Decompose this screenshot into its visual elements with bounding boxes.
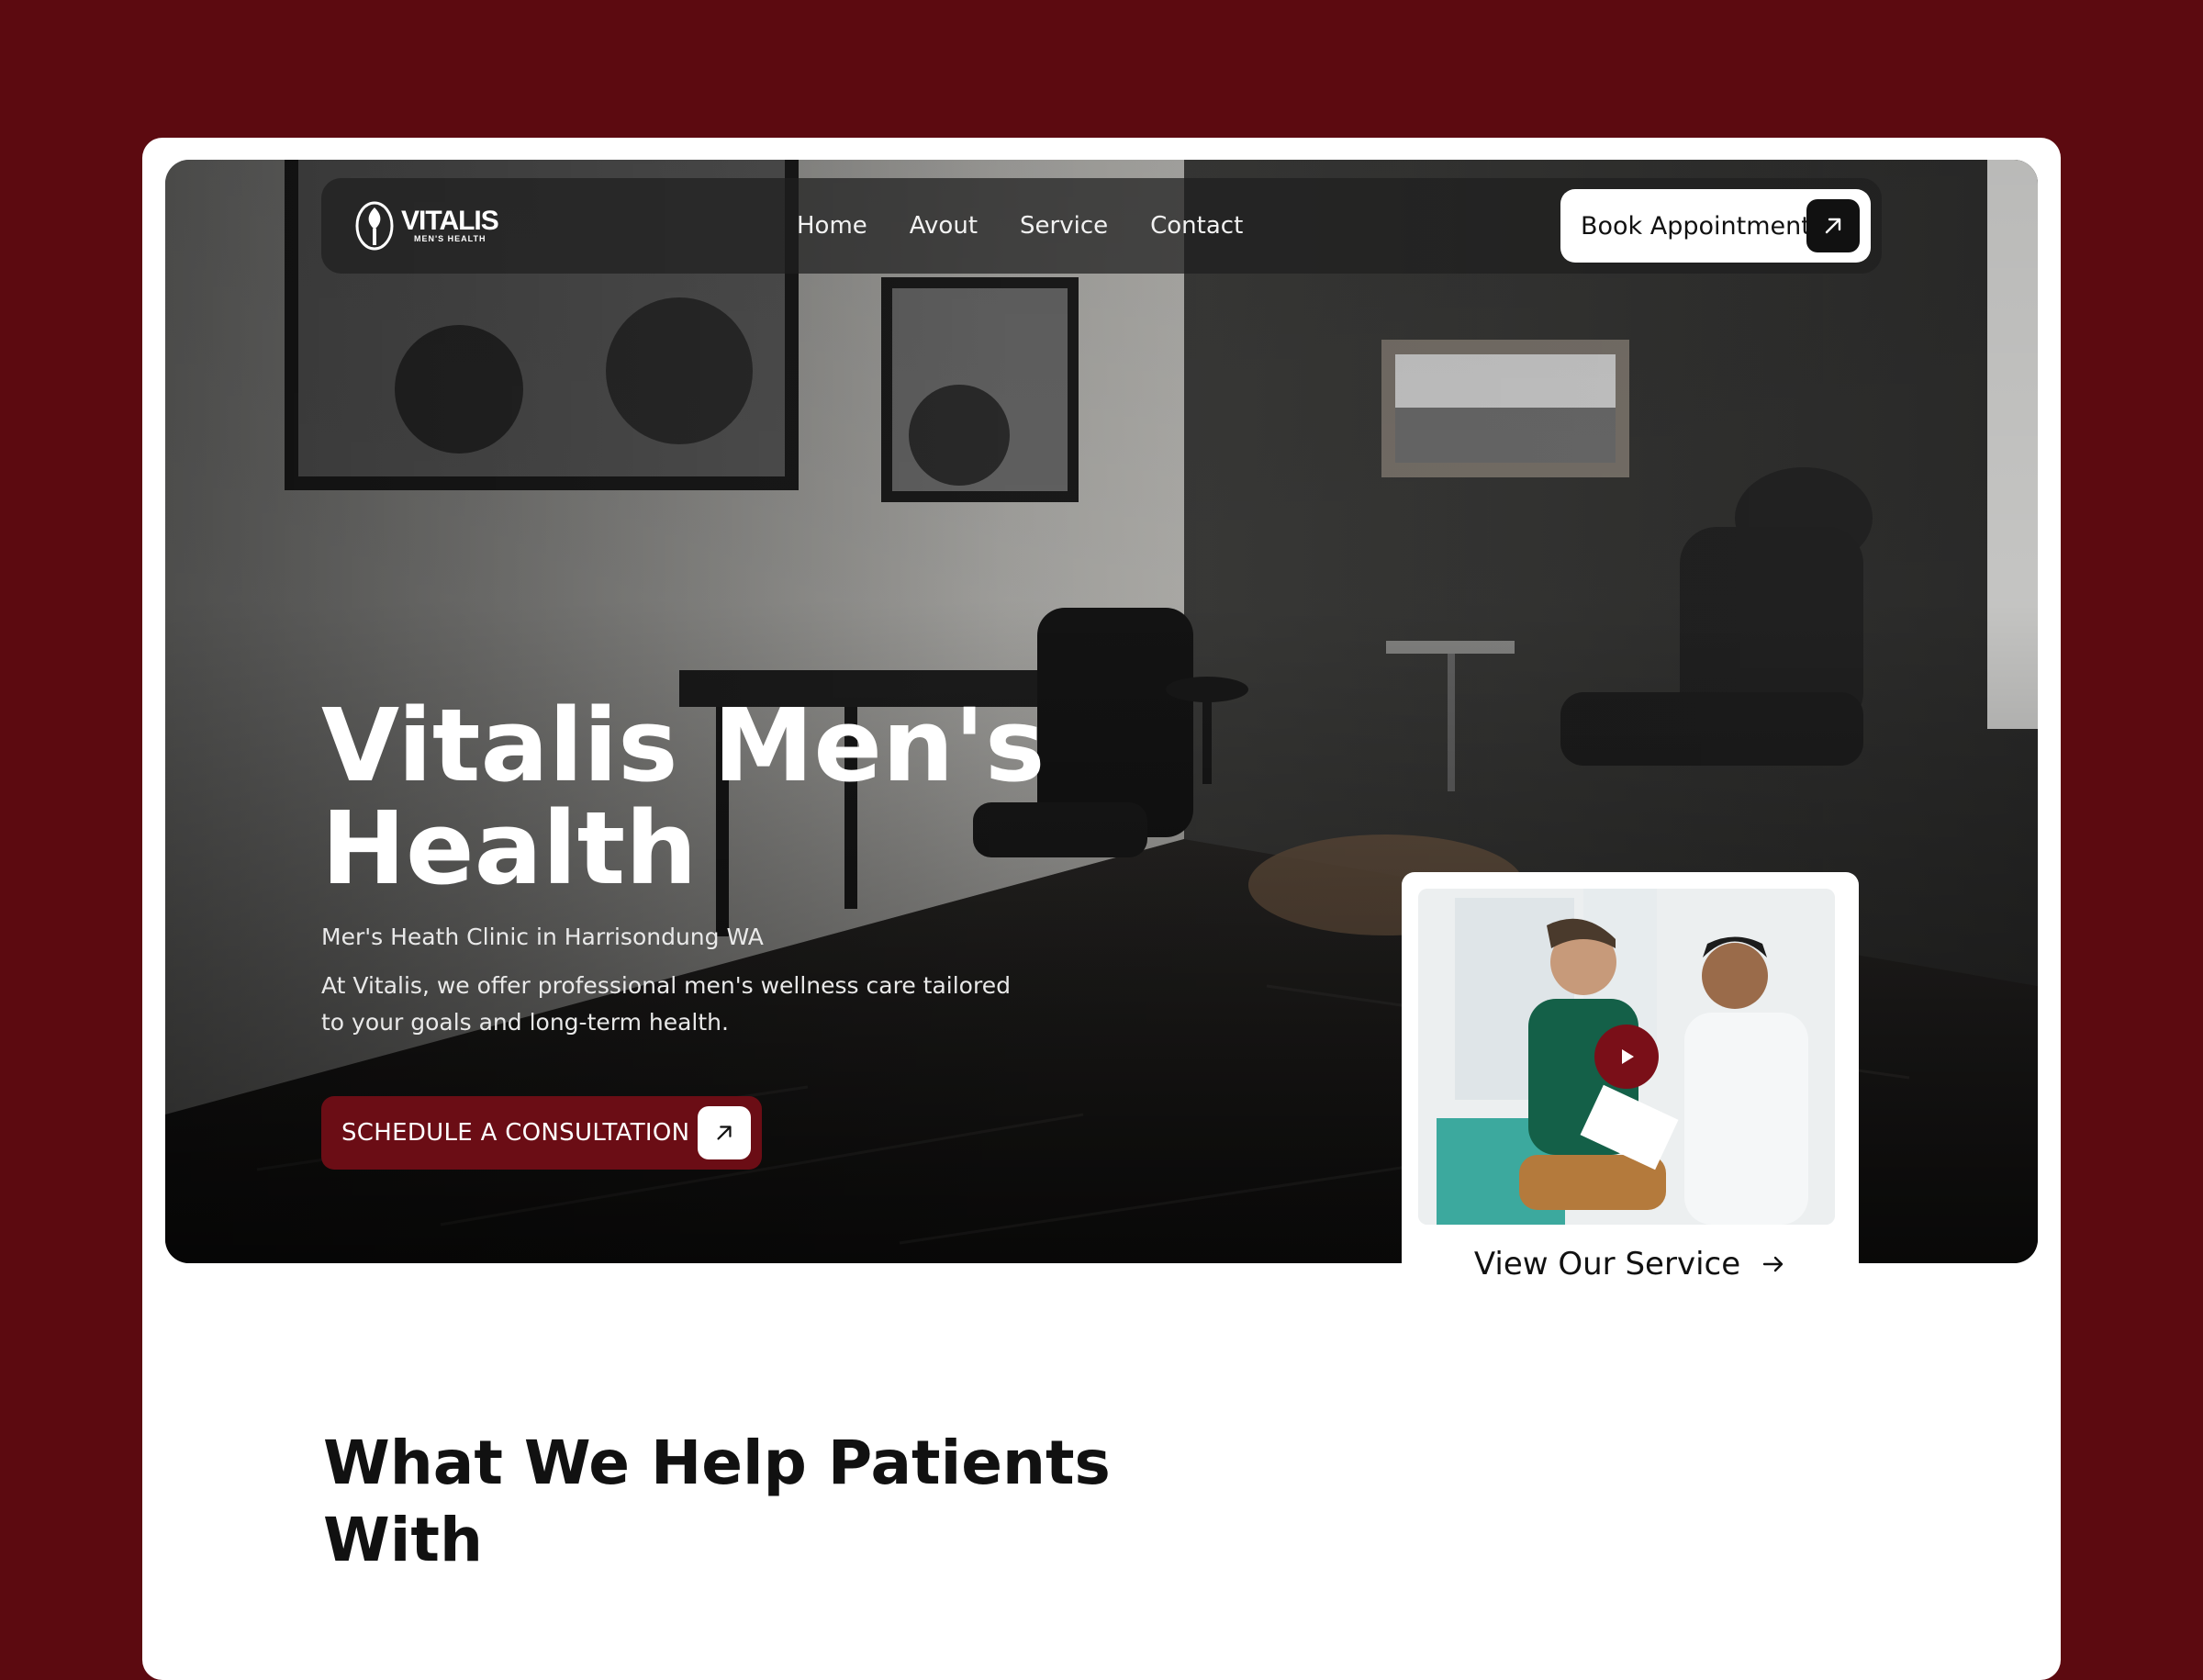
play-video-button[interactable] bbox=[1594, 1025, 1659, 1089]
page-card: VITALIS MEN'S HEALTH Home Avout Service … bbox=[142, 138, 2061, 1680]
schedule-consultation-button[interactable]: SCHEDULE A CONSULTATION bbox=[321, 1096, 762, 1170]
play-icon bbox=[1622, 1049, 1634, 1064]
view-service-link[interactable]: View Our Service bbox=[1402, 1241, 1859, 1287]
hero-title: Vitalis Men's Health bbox=[321, 687, 1046, 907]
service-video-thumbnail[interactable] bbox=[1418, 889, 1835, 1225]
book-appointment-button[interactable]: Book Appointment bbox=[1560, 189, 1871, 263]
nav-link-about[interactable]: Avout bbox=[910, 212, 978, 240]
service-video-card[interactable]: View Our Service bbox=[1402, 872, 1859, 1305]
nav-links: Home Avout Service Contact bbox=[797, 178, 1243, 274]
arrow-right-icon bbox=[1762, 1256, 1784, 1272]
arrow-up-right-icon bbox=[1806, 199, 1860, 252]
section-heading: What We Help Patients With bbox=[323, 1428, 1111, 1575]
logo-tagline: MEN'S HEALTH bbox=[414, 233, 486, 243]
logo-name: VITALIS bbox=[401, 205, 499, 236]
hero-subtitle: Mer's Heath Clinic in Harrisondung WA bbox=[321, 924, 764, 950]
logo-mark-icon bbox=[355, 201, 394, 251]
hero-description: At Vitalis, we offer professional men's … bbox=[321, 972, 1011, 1036]
nav-link-home[interactable]: Home bbox=[797, 212, 867, 240]
view-service-label: View Our Service bbox=[1473, 1246, 1741, 1282]
brand-logo[interactable]: VITALIS MEN'S HEALTH bbox=[353, 198, 499, 252]
book-appointment-label: Book Appointment bbox=[1581, 211, 1811, 241]
top-navbar: VITALIS MEN'S HEALTH Home Avout Service … bbox=[321, 178, 1882, 274]
schedule-consultation-label: SCHEDULE A CONSULTATION bbox=[341, 1119, 690, 1147]
nav-link-contact[interactable]: Contact bbox=[1150, 212, 1243, 240]
nav-link-service[interactable]: Service bbox=[1020, 212, 1108, 240]
arrow-up-right-icon bbox=[698, 1106, 751, 1159]
